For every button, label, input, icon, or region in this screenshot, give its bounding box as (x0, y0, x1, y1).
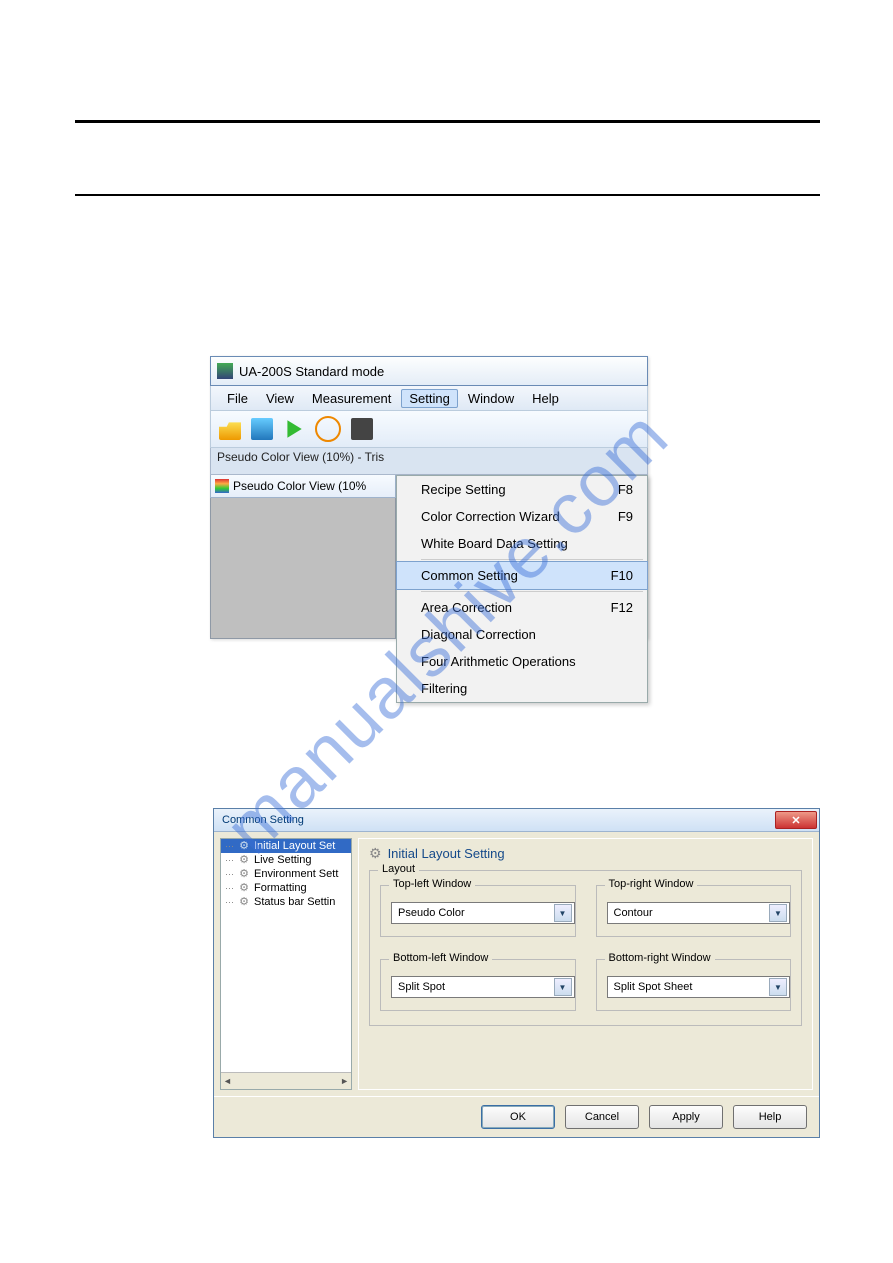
menu-setting[interactable]: Setting (401, 389, 457, 408)
save-icon[interactable] (251, 418, 273, 440)
close-button[interactable]: ✕ (775, 811, 817, 829)
child-window-titlebar[interactable]: Pseudo Color View (10% (210, 475, 396, 498)
top-right-value: Contour (614, 907, 653, 919)
child-window-content (210, 498, 396, 639)
tree-item[interactable]: ⋯⚙Initial Layout Set (221, 839, 351, 853)
pane-title: ⚙ Initial Layout Setting (369, 845, 802, 862)
menu-window[interactable]: Window (460, 389, 522, 408)
tree-scrollbar[interactable]: ◄► (221, 1072, 351, 1089)
child-window-title: Pseudo Color View (10% (233, 479, 366, 493)
pane-title-label: Initial Layout Setting (388, 846, 505, 861)
settings-tree[interactable]: ⋯⚙Initial Layout Set⋯⚙Live Setting⋯⚙Envi… (220, 838, 352, 1090)
top-right-legend: Top-right Window (605, 878, 698, 890)
menu-item[interactable]: White Board Data Setting (397, 530, 647, 557)
tab-strip[interactable]: Pseudo Color View (10%) - Tris (210, 448, 648, 475)
clock-icon[interactable] (315, 416, 341, 442)
bottom-right-legend: Bottom-right Window (605, 952, 715, 964)
tool-icon[interactable] (351, 418, 373, 440)
tree-item[interactable]: ⋯⚙Live Setting (221, 853, 351, 867)
dialog-titlebar[interactable]: Common Setting ✕ (214, 809, 819, 832)
bottom-left-window-group: Bottom-left Window Split Spot ▼ (380, 959, 576, 1011)
menu-item[interactable]: Diagonal Correction (397, 621, 647, 648)
menu-item[interactable]: Color Correction WizardF9 (397, 503, 647, 530)
chevron-down-icon: ▼ (769, 978, 787, 996)
chevron-down-icon: ▼ (769, 904, 787, 922)
layout-group: Layout Top-left Window Pseudo Color ▼ To… (369, 870, 802, 1026)
ok-button[interactable]: OK (481, 1105, 555, 1129)
toolbar (210, 411, 648, 448)
menu-item[interactable]: Area CorrectionF12 (397, 594, 647, 621)
dialog-button-row: OK Cancel Apply Help (214, 1096, 819, 1137)
dialog-title: Common Setting (222, 814, 304, 826)
menu-view[interactable]: View (258, 389, 302, 408)
bottom-left-legend: Bottom-left Window (389, 952, 492, 964)
menu-item[interactable]: Common SettingF10 (396, 561, 648, 590)
menu-measurement[interactable]: Measurement (304, 389, 399, 408)
window-title: UA-200S Standard mode (239, 364, 384, 379)
top-right-select[interactable]: Contour ▼ (607, 902, 791, 924)
layout-group-legend: Layout (378, 863, 419, 875)
tree-item[interactable]: ⋯⚙Status bar Settin (221, 895, 351, 909)
menu-file[interactable]: File (219, 389, 256, 408)
tree-item[interactable]: ⋯⚙Environment Sett (221, 867, 351, 881)
menu-item[interactable]: Filtering (397, 675, 647, 702)
bottom-left-select[interactable]: Split Spot ▼ (391, 976, 575, 998)
top-left-legend: Top-left Window (389, 878, 475, 890)
bottom-right-select[interactable]: Split Spot Sheet ▼ (607, 976, 791, 998)
chevron-down-icon: ▼ (554, 904, 572, 922)
tree-item[interactable]: ⋯⚙Formatting (221, 881, 351, 895)
help-button[interactable]: Help (733, 1105, 807, 1129)
window-titlebar[interactable]: UA-200S Standard mode (210, 356, 648, 386)
pseudo-color-icon (215, 479, 229, 493)
bottom-right-value: Split Spot Sheet (614, 981, 693, 993)
top-left-select[interactable]: Pseudo Color ▼ (391, 902, 575, 924)
top-left-window-group: Top-left Window Pseudo Color ▼ (380, 885, 576, 937)
gears-icon: ⚙ (369, 845, 382, 862)
menu-help[interactable]: Help (524, 389, 567, 408)
menubar[interactable]: File View Measurement Setting Window Hel… (210, 386, 648, 411)
cancel-button[interactable]: Cancel (565, 1105, 639, 1129)
play-icon[interactable] (283, 418, 305, 440)
menu-item[interactable]: Recipe SettingF8 (397, 476, 647, 503)
chevron-down-icon: ▼ (554, 978, 572, 996)
common-setting-dialog: Common Setting ✕ ⋯⚙Initial Layout Set⋯⚙L… (213, 808, 820, 1138)
screenshot-main-window: UA-200S Standard mode File View Measurem… (210, 356, 648, 639)
top-left-value: Pseudo Color (398, 907, 465, 919)
app-icon (217, 363, 233, 379)
setting-dropdown[interactable]: Recipe SettingF8Color Correction WizardF… (396, 475, 648, 703)
menu-item[interactable]: Four Arithmetic Operations (397, 648, 647, 675)
open-icon[interactable] (219, 418, 241, 440)
bottom-right-window-group: Bottom-right Window Split Spot Sheet ▼ (596, 959, 792, 1011)
apply-button[interactable]: Apply (649, 1105, 723, 1129)
top-right-window-group: Top-right Window Contour ▼ (596, 885, 792, 937)
bottom-left-value: Split Spot (398, 981, 445, 993)
